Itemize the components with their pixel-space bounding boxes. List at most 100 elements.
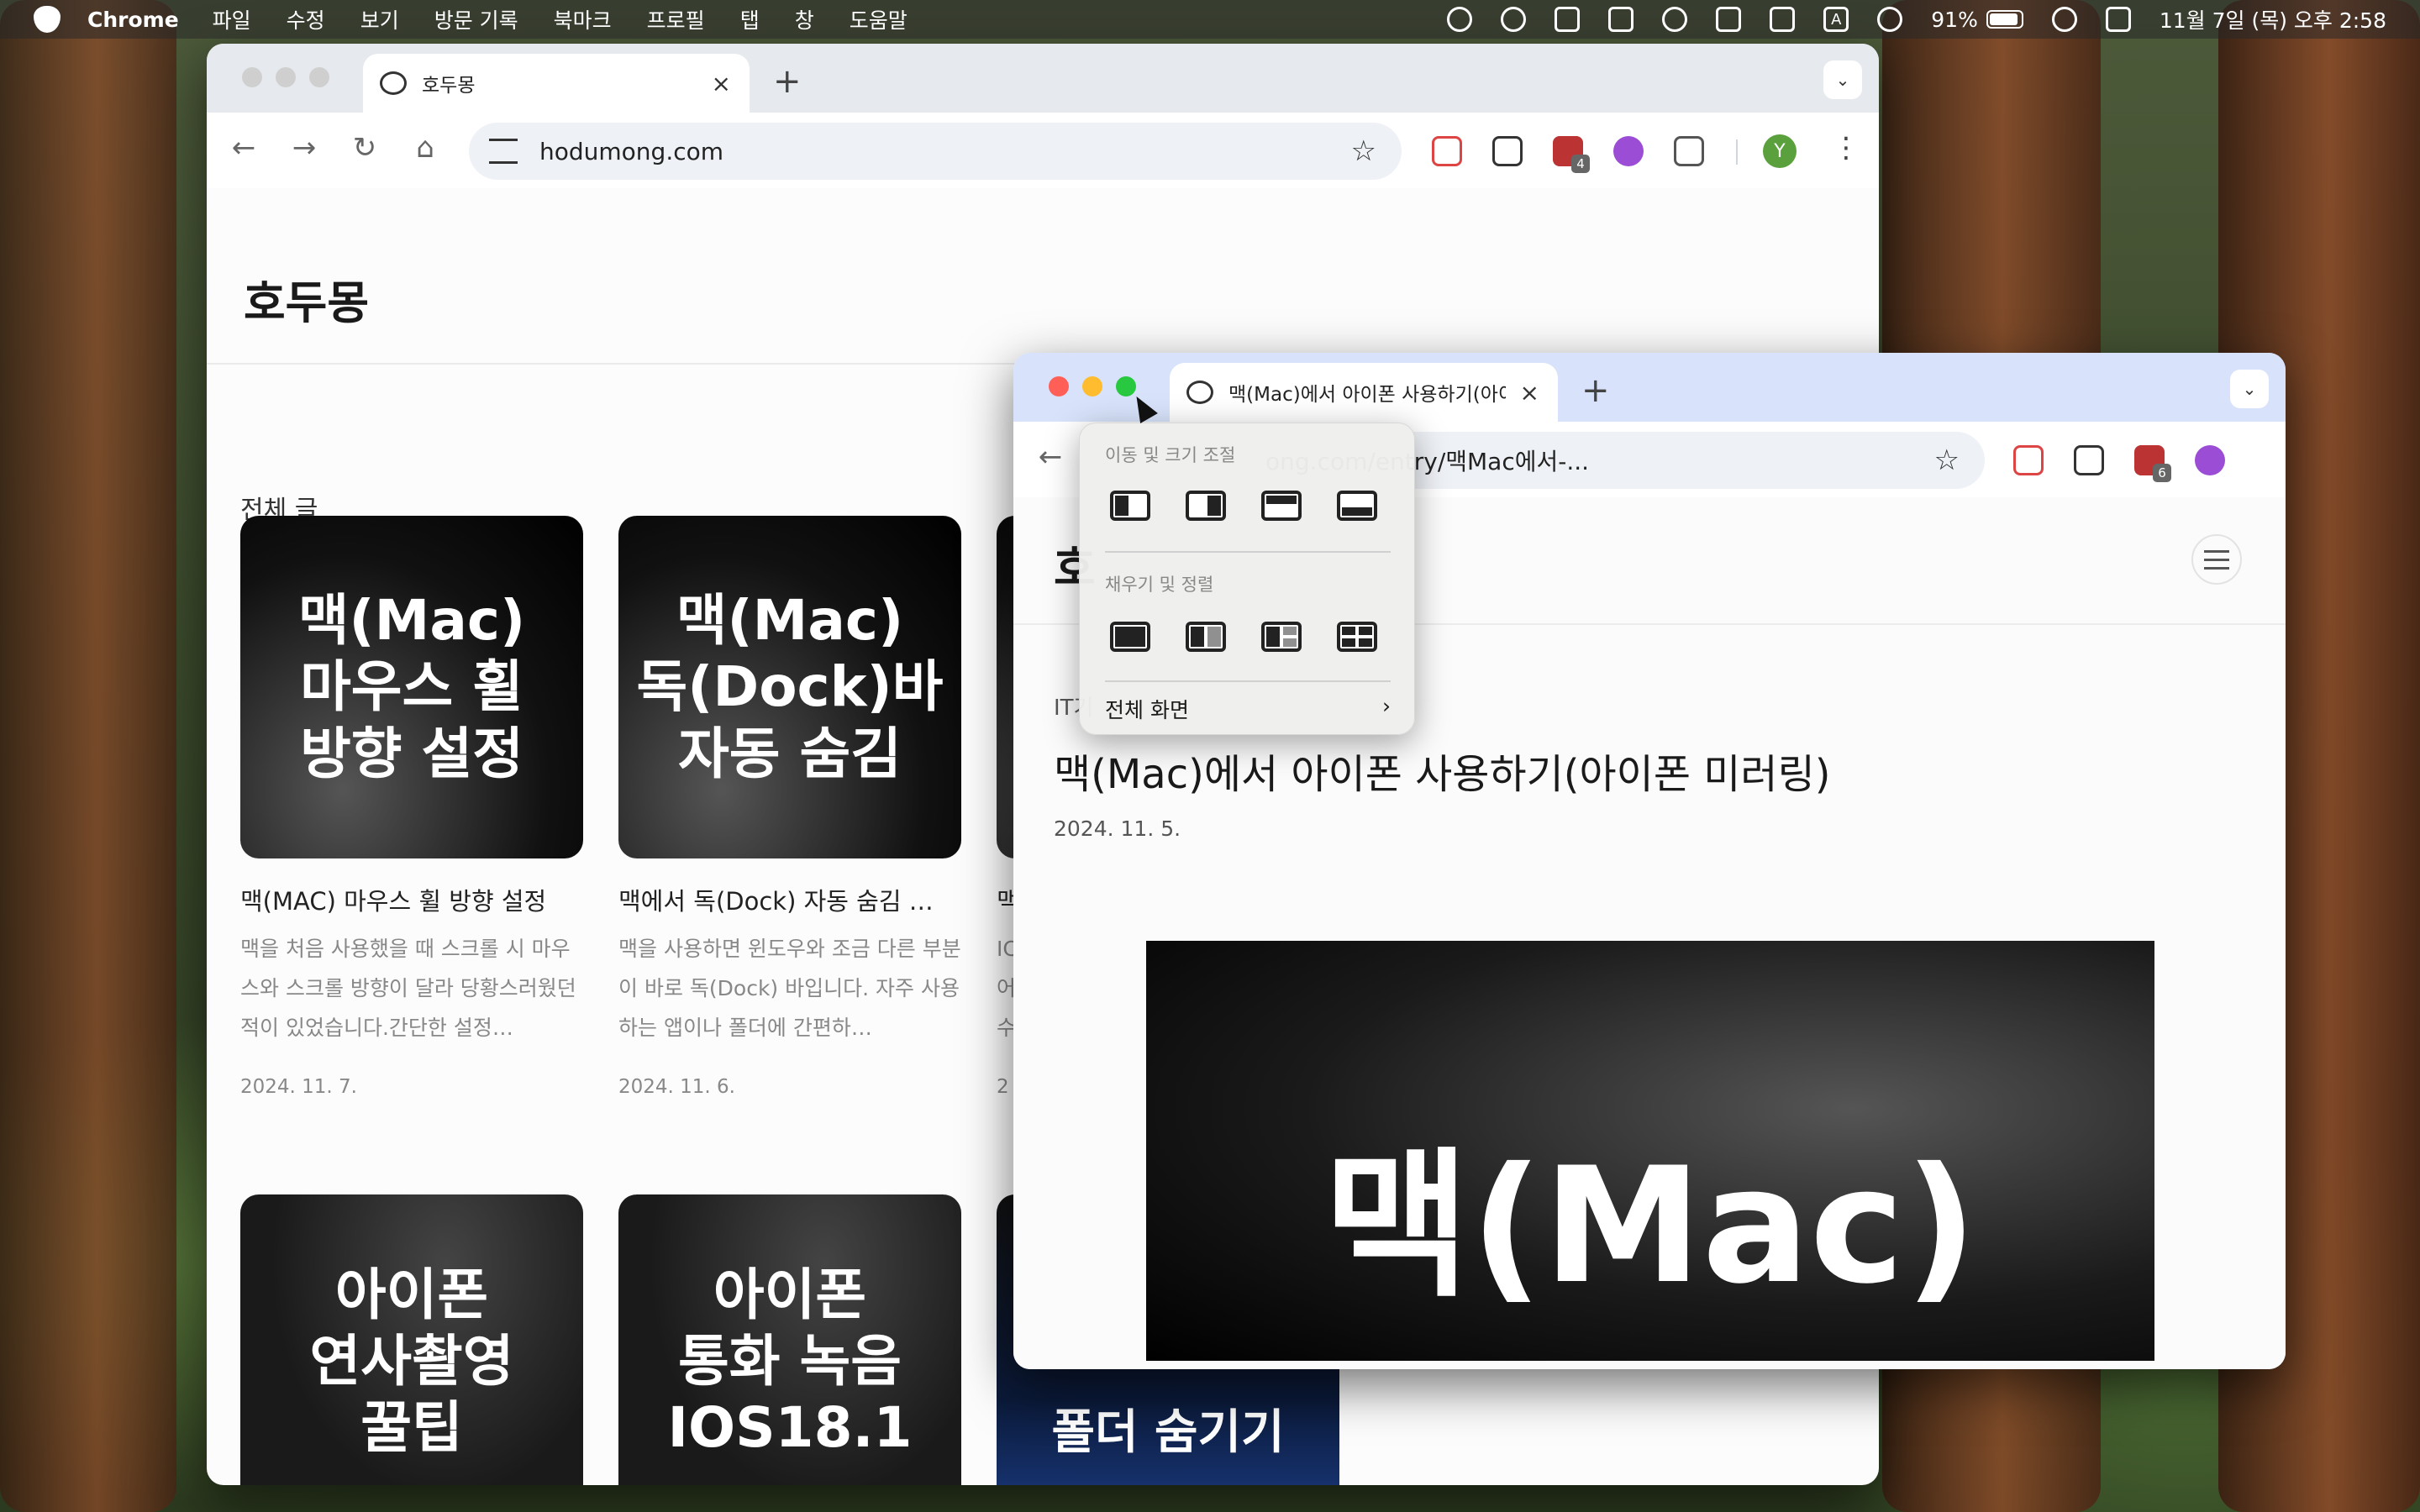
battery-indicator[interactable]: 91% bbox=[1931, 8, 2023, 32]
app-menu[interactable]: Chrome bbox=[87, 8, 179, 32]
tile-right-icon[interactable] bbox=[1186, 491, 1226, 521]
menu-hamburger-icon[interactable] bbox=[2191, 534, 2242, 585]
shield-icon[interactable] bbox=[1716, 7, 1742, 32]
fill-arrange-heading: 채우기 및 정렬 bbox=[1105, 575, 1214, 595]
tab-search-button[interactable]: ⌄ bbox=[1823, 60, 1862, 99]
tab-close-icon[interactable]: × bbox=[712, 70, 731, 97]
arrange-left-quarters-icon[interactable] bbox=[1261, 622, 1302, 652]
bluetooth-icon[interactable] bbox=[1877, 7, 1903, 32]
menu-help[interactable]: 도움말 bbox=[850, 4, 908, 34]
move-resize-heading: 이동 및 크기 조절 bbox=[1105, 445, 1236, 465]
profile-avatar[interactable]: Y bbox=[1763, 134, 1797, 168]
gmail-icon[interactable] bbox=[2013, 445, 2044, 475]
reload-button[interactable]: ↻ bbox=[346, 131, 383, 165]
post-thumbnail[interactable]: 아이폰 통화 녹음 IOS18.1 bbox=[618, 1194, 961, 1485]
clock[interactable]: 11월 7일 (목) 오후 2:58 bbox=[2160, 4, 2386, 34]
post-card[interactable]: 맥(Mac) 독(Dock)바 자동 숨김 맥에서 독(Dock) 자동 숨김 … bbox=[618, 516, 961, 1098]
blog-title[interactable]: 호두몽 bbox=[244, 265, 369, 332]
new-tab-button[interactable]: + bbox=[773, 62, 802, 101]
tab-strip: 호두몽 × + ⌄ bbox=[207, 44, 1879, 113]
popover-divider bbox=[1105, 551, 1391, 553]
input-a-icon[interactable]: A bbox=[1823, 7, 1849, 32]
menu-edit[interactable]: 수정 bbox=[287, 4, 325, 34]
menu-window[interactable]: 창 bbox=[795, 4, 814, 34]
menu-view[interactable]: 보기 bbox=[360, 4, 399, 34]
record-icon[interactable] bbox=[1447, 7, 1473, 32]
close-button[interactable] bbox=[1049, 376, 1069, 396]
blog-header: 호두몽 bbox=[207, 188, 1879, 365]
tile-top-icon[interactable] bbox=[1261, 491, 1302, 521]
hero-text: 맥(Mac) bbox=[1323, 1133, 1978, 1319]
forward-button[interactable]: → bbox=[286, 131, 323, 165]
post-card[interactable]: 아이폰 통화 녹음 IOS18.1 bbox=[618, 1194, 961, 1485]
post-summary: 맥을 사용하면 윈도우와 조금 다른 부분이 바로 독(Dock) 바입니다. … bbox=[618, 937, 961, 1040]
fill-arrange-row bbox=[1110, 622, 1377, 652]
notion-icon[interactable] bbox=[1555, 7, 1581, 32]
minimize-button[interactable] bbox=[1082, 376, 1102, 396]
more-menu-icon[interactable]: ⋮ bbox=[1832, 131, 1860, 165]
post-title[interactable]: 맥(MAC) 마우스 휠 방향 설정 bbox=[240, 882, 583, 917]
tab-title: 호두몽 bbox=[422, 75, 476, 97]
fill-icon[interactable] bbox=[1110, 622, 1150, 652]
message-icon[interactable] bbox=[1501, 7, 1527, 32]
tab-close-icon[interactable]: × bbox=[1520, 379, 1539, 407]
lr-extension-icon[interactable] bbox=[2195, 445, 2225, 475]
back-button[interactable]: ← bbox=[1032, 440, 1069, 474]
close-button[interactable] bbox=[242, 67, 262, 87]
menu-history[interactable]: 방문 기록 bbox=[434, 4, 518, 34]
control-center-icon[interactable] bbox=[2105, 7, 2131, 32]
post-card[interactable]: 아이폰 연사촬영 꿀팁 bbox=[240, 1194, 583, 1485]
tab-hodumong[interactable]: 호두몽 × bbox=[363, 54, 750, 113]
post-title[interactable]: 맥에서 독(Dock) 자동 숨김 … bbox=[618, 882, 961, 917]
chevron-right-icon: › bbox=[1382, 694, 1391, 718]
menu-bookmarks[interactable]: 북마크 bbox=[554, 4, 612, 34]
lr-extension-icon[interactable] bbox=[1613, 136, 1644, 166]
popover-divider bbox=[1105, 680, 1391, 682]
article-date: 2024. 11. 5. bbox=[1054, 816, 1181, 841]
tile-left-icon[interactable] bbox=[1110, 491, 1150, 521]
network-icon[interactable] bbox=[1662, 7, 1688, 32]
post-thumbnail[interactable]: 맥(Mac) 독(Dock)바 자동 숨김 bbox=[618, 516, 961, 858]
menu-file[interactable]: 파일 bbox=[213, 4, 251, 34]
extension-badge: 4 bbox=[1571, 155, 1590, 173]
gmail-icon[interactable] bbox=[1432, 136, 1462, 166]
tab-search-button[interactable]: ⌄ bbox=[2230, 370, 2269, 408]
bookmark-star-icon[interactable]: ☆ bbox=[1351, 134, 1376, 168]
mute-icon[interactable] bbox=[1770, 7, 1796, 32]
notion-icon[interactable] bbox=[1492, 136, 1523, 166]
minimize-button[interactable] bbox=[276, 67, 296, 87]
post-thumbnail[interactable]: 아이폰 연사촬영 꿀팁 bbox=[240, 1194, 583, 1485]
tile-bottom-icon[interactable] bbox=[1337, 491, 1377, 521]
post-thumbnail[interactable]: 맥(Mac) 마우스 휠 방향 설정 bbox=[240, 516, 583, 858]
post-card[interactable]: 맥(Mac) 마우스 휠 방향 설정 맥(MAC) 마우스 휠 방향 설정 맥을… bbox=[240, 516, 583, 1098]
shield-extension-icon[interactable]: 4 bbox=[1553, 136, 1590, 173]
post-date: 2024. 11. 7. bbox=[240, 1076, 357, 1098]
tab-article[interactable]: 맥(Mac)에서 아이폰 사용하기(아이 × bbox=[1170, 363, 1558, 422]
fullscreen-label: 전체 화면 bbox=[1105, 698, 1189, 722]
link-icon[interactable] bbox=[2051, 7, 2077, 32]
toolbar: ← → ↻ ⌂ hodumong.com ☆ 4 Y ⋮ bbox=[207, 113, 1879, 188]
shield-extension-icon[interactable]: 6 bbox=[2134, 445, 2171, 482]
bookmark-star-icon[interactable]: ☆ bbox=[1934, 444, 1960, 477]
arrange-left-right-icon[interactable] bbox=[1186, 622, 1226, 652]
site-info-icon[interactable] bbox=[489, 139, 518, 164]
drive-icon[interactable] bbox=[1608, 7, 1634, 32]
address-bar[interactable]: hodumong.com ☆ bbox=[469, 123, 1402, 180]
back-button[interactable]: ← bbox=[225, 131, 262, 165]
notion-icon[interactable] bbox=[2074, 445, 2104, 475]
status-area: A 91% 11월 7일 (목) 오후 2:58 bbox=[1447, 0, 2386, 39]
arrange-quarters-icon[interactable] bbox=[1337, 622, 1377, 652]
window-tiling-popover: 이동 및 크기 조절 채우기 및 정렬 전체 화면 › bbox=[1079, 423, 1415, 735]
fullscreen-menu-item[interactable]: 전체 화면 › bbox=[1105, 694, 1391, 724]
tab-strip: 맥(Mac)에서 아이폰 사용하기(아이 × + ⌄ bbox=[1013, 353, 2286, 422]
menu-tab[interactable]: 탭 bbox=[740, 4, 760, 34]
tree-trunk bbox=[0, 0, 176, 1512]
home-button[interactable]: ⌂ bbox=[407, 131, 444, 165]
extensions-puzzle-icon[interactable] bbox=[1674, 136, 1704, 166]
zoom-button[interactable] bbox=[1116, 376, 1136, 396]
new-tab-button[interactable]: + bbox=[1581, 371, 1610, 410]
menu-profile[interactable]: 프로필 bbox=[647, 4, 705, 34]
apple-icon[interactable] bbox=[34, 6, 60, 33]
zoom-button[interactable] bbox=[309, 67, 329, 87]
menu-bar: Chrome 파일 수정 보기 방문 기록 북마크 프로필 탭 창 도움말 A … bbox=[0, 0, 2420, 39]
